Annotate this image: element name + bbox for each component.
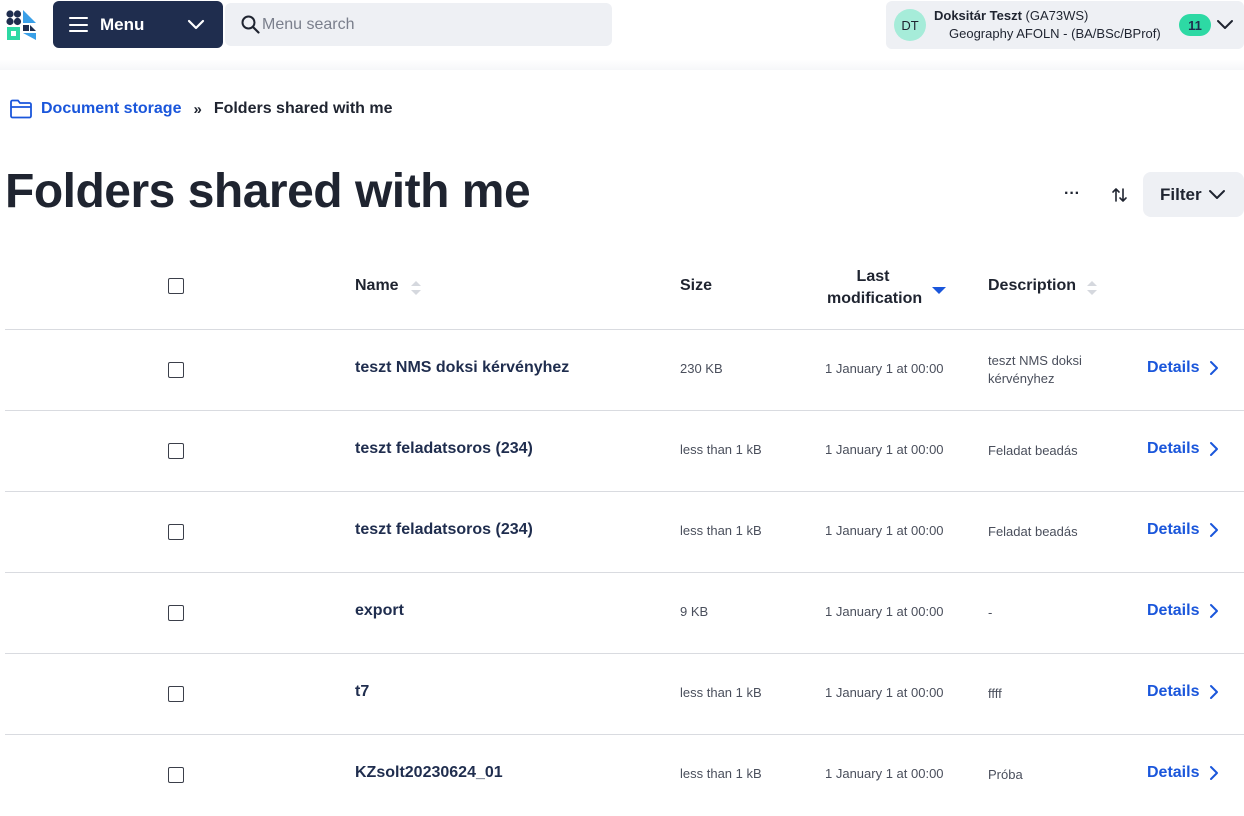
folder-name-link[interactable]: KZsolt20230624_01 <box>355 764 503 782</box>
folder-name-link[interactable]: t7 <box>355 683 369 701</box>
user-name-line: Doksitár Teszt (GA73WS) <box>934 8 1088 23</box>
breadcrumb-current: Folders shared with me <box>213 100 393 117</box>
folder-size: less than 1 kB <box>680 523 762 538</box>
sort-descending-icon[interactable] <box>931 284 947 296</box>
row-checkbox[interactable] <box>168 524 184 540</box>
column-label-last-line2: modification <box>827 290 923 307</box>
filter-button[interactable]: Filter <box>1143 172 1244 217</box>
chevron-right-icon <box>1210 442 1219 456</box>
row-checkbox[interactable] <box>168 686 184 702</box>
chevron-down-icon <box>187 19 205 30</box>
chevron-right-icon <box>1210 523 1219 537</box>
sort-neutral-icon[interactable] <box>1085 278 1099 298</box>
table-row: t7 less than 1 kB 1 January 1 at 00:00 f… <box>5 654 1244 735</box>
column-header-last-modification[interactable]: Last modification <box>827 266 923 310</box>
menu-button[interactable]: Menu <box>53 1 223 48</box>
chevron-right-icon <box>1210 766 1219 780</box>
user-program: Geography AFOLN - (BA/BSc/BProf) <box>949 26 1161 41</box>
table-row: teszt NMS doksi kérvényhez 230 KB 1 Janu… <box>5 330 1244 411</box>
top-bar: Menu DT Doksitár Teszt (GA73WS) Geograph… <box>0 0 1244 70</box>
folder-name-link[interactable]: teszt NMS doksi kérvényhez <box>355 359 569 377</box>
details-link[interactable]: Details <box>1147 359 1219 377</box>
select-all-checkbox[interactable] <box>168 278 184 294</box>
user-code: (GA73WS) <box>1025 8 1089 23</box>
table-header: Name Size Last modification Description <box>5 250 1244 330</box>
folder-name-link[interactable]: teszt feladatsoros (234) <box>355 521 533 539</box>
details-link[interactable]: Details <box>1147 764 1219 782</box>
folder-description: ffff <box>988 686 1002 701</box>
menu-search <box>225 3 612 46</box>
column-header-size: Size <box>680 277 713 294</box>
chevron-right-icon <box>1210 604 1219 618</box>
folder-last-modified: 1 January 1 at 00:00 <box>825 361 944 376</box>
folder-last-modified: 1 January 1 at 00:00 <box>825 766 944 781</box>
details-label: Details <box>1147 683 1200 700</box>
folder-description: Próba <box>988 767 1023 782</box>
column-label-last-line1: Last <box>856 268 890 285</box>
folder-last-modified: 1 January 1 at 00:00 <box>825 685 944 700</box>
menu-label: Menu <box>100 15 145 34</box>
folders-table: Name Size Last modification Description … <box>5 250 1244 816</box>
details-link[interactable]: Details <box>1147 521 1219 539</box>
chevron-right-icon <box>1210 361 1219 375</box>
hamburger-icon <box>69 17 88 32</box>
sort-neutral-icon[interactable] <box>409 278 423 298</box>
breadcrumb: Document storage » Folders shared with m… <box>9 98 393 120</box>
notification-badge[interactable]: 11 <box>1179 14 1211 36</box>
table-row: teszt feladatsoros (234) less than 1 kB … <box>5 492 1244 573</box>
column-header-description[interactable]: Description <box>988 277 1076 295</box>
folder-description: Feladat beadás <box>988 524 1078 539</box>
row-checkbox[interactable] <box>168 443 184 459</box>
folder-size: 9 KB <box>680 604 709 619</box>
menu-search-input[interactable] <box>262 3 602 46</box>
app-logo-icon[interactable] <box>5 9 37 41</box>
details-link[interactable]: Details <box>1147 440 1219 458</box>
table-row: teszt feladatsoros (234) less than 1 kB … <box>5 411 1244 492</box>
folder-description: Feladat beadás <box>988 443 1078 458</box>
folder-description: - <box>988 605 993 620</box>
folder-size: 230 KB <box>680 361 723 376</box>
more-options-button[interactable]: ··· <box>1058 180 1086 208</box>
row-checkbox[interactable] <box>168 362 184 378</box>
row-checkbox[interactable] <box>168 767 184 783</box>
details-label: Details <box>1147 764 1200 781</box>
details-label: Details <box>1147 521 1200 538</box>
folder-icon <box>10 99 32 119</box>
folder-description: teszt NMS doksi kérvényhez <box>988 353 1082 386</box>
avatar: DT <box>894 9 926 41</box>
column-label-name: Name <box>355 277 399 294</box>
table-row: export 9 KB 1 January 1 at 00:00 - Detai… <box>5 573 1244 654</box>
folder-size: less than 1 kB <box>680 685 762 700</box>
folder-name-link[interactable]: teszt feladatsoros (234) <box>355 440 533 458</box>
chevron-right-icon <box>1210 685 1219 699</box>
details-label: Details <box>1147 440 1200 457</box>
breadcrumb-separator: » <box>193 100 202 118</box>
sort-icon[interactable] <box>1106 181 1134 209</box>
details-label: Details <box>1147 602 1200 619</box>
details-link[interactable]: Details <box>1147 602 1219 620</box>
details-label: Details <box>1147 359 1200 376</box>
user-profile-selector[interactable]: DT Doksitár Teszt (GA73WS) Geography AFO… <box>886 1 1244 49</box>
folder-last-modified: 1 January 1 at 00:00 <box>825 442 944 457</box>
details-link[interactable]: Details <box>1147 683 1219 701</box>
folder-last-modified: 1 January 1 at 00:00 <box>825 604 944 619</box>
search-icon <box>241 15 260 34</box>
page-title: Folders shared with me <box>5 165 531 218</box>
column-header-name[interactable]: Name <box>355 277 399 295</box>
filter-label: Filter <box>1160 185 1202 204</box>
folder-name-link[interactable]: export <box>355 602 404 620</box>
folder-size: less than 1 kB <box>680 442 762 457</box>
chevron-down-icon <box>1217 20 1233 29</box>
folder-size: less than 1 kB <box>680 766 762 781</box>
column-label-description: Description <box>988 277 1077 294</box>
row-checkbox[interactable] <box>168 605 184 621</box>
folder-last-modified: 1 January 1 at 00:00 <box>825 523 944 538</box>
chevron-down-icon <box>1209 190 1225 199</box>
user-name: Doksitár Teszt <box>934 8 1022 23</box>
table-row: KZsolt20230624_01 less than 1 kB 1 Janua… <box>5 735 1244 816</box>
breadcrumb-link-document-storage[interactable]: Document storage <box>41 100 181 118</box>
